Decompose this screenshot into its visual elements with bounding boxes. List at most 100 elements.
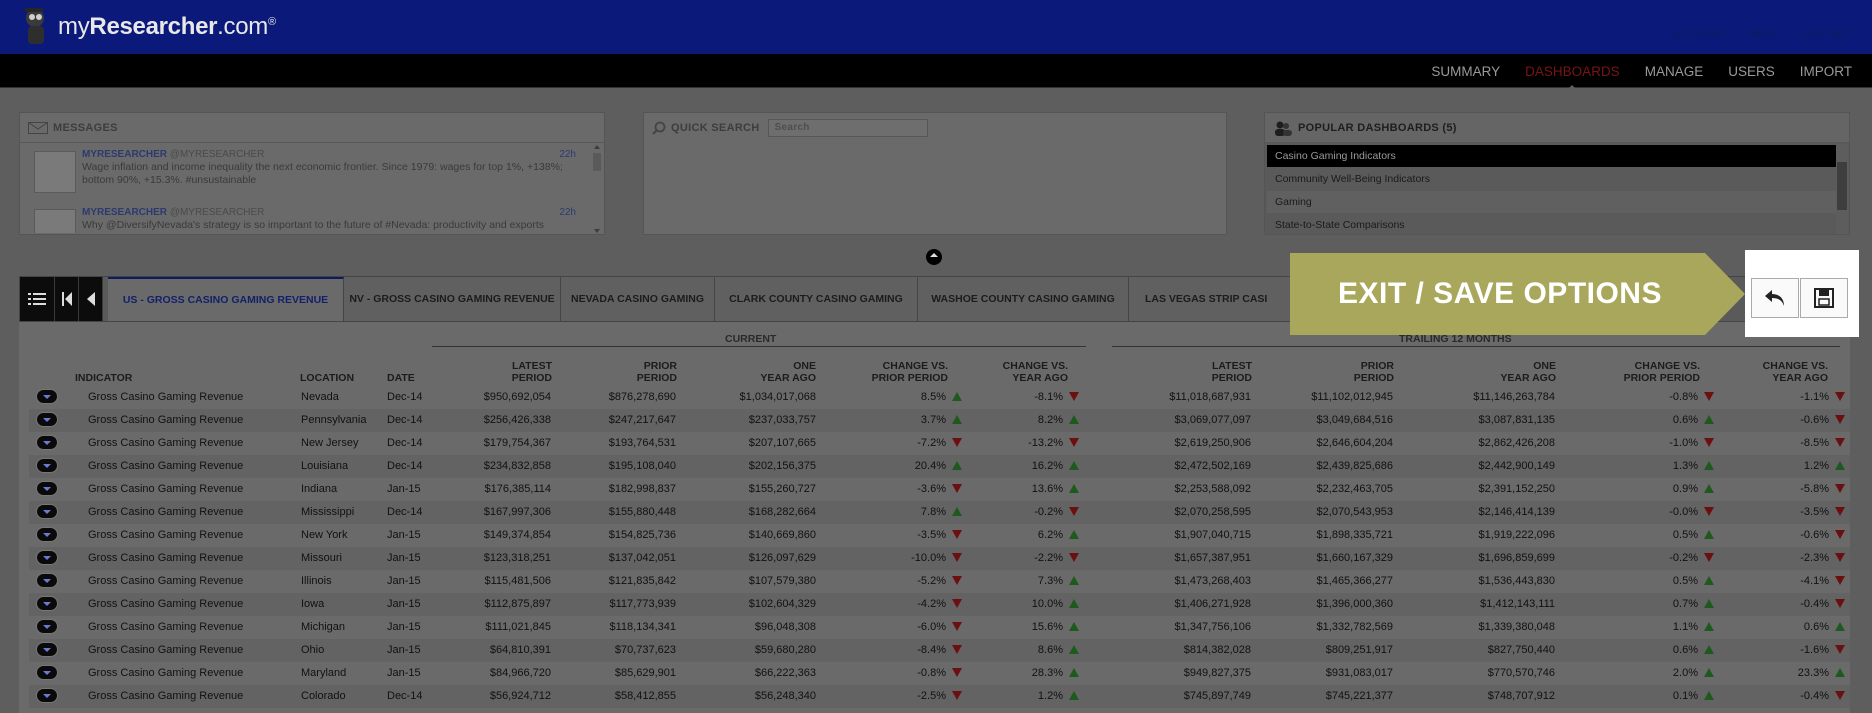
message-item[interactable]: MYRESEARCHER @MYRESEARCHER 22h Wage infl…: [34, 147, 594, 195]
nav-summary[interactable]: SUMMARY: [1431, 64, 1500, 79]
row-menu-button[interactable]: [36, 527, 58, 542]
cell-t12-change-vs-prior-period: 0.7%: [1673, 598, 1714, 610]
header-t12-change-vs-year-ago[interactable]: CHANGE VS. YEAR AGO: [1700, 360, 1828, 384]
data-table: CURRENT TRAILING 12 MONTHS INDICATOR LOC…: [19, 322, 1850, 713]
header-t12-one-year-ago[interactable]: ONE YEAR AGO: [1394, 360, 1556, 384]
cell-location: Louisiana: [301, 460, 349, 472]
header-change-vs-prior-period[interactable]: CHANGE VS. PRIOR PERIOD: [816, 360, 948, 384]
cell-t12-prior-period: $931,083,017: [1325, 667, 1393, 679]
row-menu-button[interactable]: [36, 619, 58, 634]
table-row[interactable]: Gross Casino Gaming Revenue New Jersey Dec…: [29, 432, 1850, 455]
up-arrow-icon: [1704, 622, 1714, 631]
popular-dashboards-panel: POPULAR DASHBOARDS (5) Casino Gaming Ind…: [1264, 112, 1850, 235]
cell-latest-period: $56,924,712: [489, 690, 551, 702]
header-change-vs-year-ago[interactable]: CHANGE VS. YEAR AGO: [948, 360, 1068, 384]
main-nav: SUMMARY DASHBOARDS MANAGE USERS IMPORT: [0, 54, 1872, 91]
table-row[interactable]: Gross Casino Gaming Revenue Colorado Dec-1…: [29, 685, 1850, 708]
cell-change-vs-year-ago: 8.2%: [1038, 414, 1079, 426]
nav-dashboards[interactable]: DASHBOARDS: [1525, 64, 1620, 91]
table-row[interactable]: Gross Casino Gaming Revenue Maryland Jan-1…: [29, 662, 1850, 685]
header-t12-latest-period[interactable]: LATEST PERIOD: [1112, 360, 1252, 384]
down-arrow-icon: [1835, 645, 1845, 654]
row-menu-button[interactable]: [36, 389, 58, 404]
header-prior-period[interactable]: PRIOR PERIOD: [551, 360, 677, 384]
row-menu-button[interactable]: [36, 596, 58, 611]
row-menu-button[interactable]: [36, 412, 58, 427]
cell-location: Ohio: [301, 644, 325, 656]
row-menu-button[interactable]: [36, 504, 58, 519]
header-t12-prior-period[interactable]: PRIOR PERIOD: [1252, 360, 1394, 384]
table-row[interactable]: Gross Casino Gaming Revenue Michigan Jan-1…: [29, 616, 1850, 639]
message-item[interactable]: MYRESEARCHER @MYRESEARCHER 22h Why @Dive…: [34, 205, 594, 233]
search-input[interactable]: Search: [767, 119, 928, 137]
table-row[interactable]: Gross Casino Gaming Revenue New York Jan-1…: [29, 524, 1850, 547]
header-one-year-ago[interactable]: ONE YEAR AGO: [676, 360, 816, 384]
row-menu-button[interactable]: [36, 481, 58, 496]
nav-manage[interactable]: MANAGE: [1645, 64, 1704, 79]
save-button[interactable]: [1800, 278, 1848, 318]
cell-change-vs-year-ago: -0.2%: [1034, 506, 1079, 518]
tab-us-gross-casino-gaming-revenue[interactable]: US - GROSS CASINO GAMING REVENUE: [108, 277, 344, 321]
row-menu-button[interactable]: [36, 573, 58, 588]
row-menu-button[interactable]: [36, 665, 58, 680]
messages-scrollbar[interactable]: [592, 145, 602, 233]
help-link[interactable]: HELP: [1750, 28, 1780, 40]
cell-prior-period: $58,412,855: [614, 690, 676, 702]
up-arrow-icon: [1069, 645, 1079, 654]
exit-button[interactable]: [1751, 278, 1799, 318]
tab-clark-county-casino-gaming[interactable]: CLARK COUNTY CASINO GAMING: [715, 277, 918, 321]
previous-tab-button[interactable]: [79, 277, 103, 321]
header-location[interactable]: LOCATION: [300, 372, 354, 384]
header-date[interactable]: DATE: [387, 372, 415, 384]
logout-link[interactable]: LOG OUT: [1801, 28, 1852, 40]
table-row[interactable]: Gross Casino Gaming Revenue Ohio Jan-15 $64…: [29, 639, 1850, 662]
cell-date: Jan-15: [387, 621, 421, 633]
table-row[interactable]: Gross Casino Gaming Revenue Illinois Jan-1…: [29, 570, 1850, 593]
logo[interactable]: myResearcher.com®: [20, 6, 276, 48]
cell-t12-one-year-ago: $2,391,152,250: [1478, 483, 1555, 495]
header-indicator[interactable]: INDICATOR: [75, 372, 132, 384]
cell-date: Jan-15: [387, 529, 421, 541]
table-row[interactable]: Gross Casino Gaming Revenue Mississippi De…: [29, 501, 1850, 524]
popular-dashboard-item[interactable]: Gaming: [1267, 191, 1837, 213]
table-row[interactable]: Gross Casino Gaming Revenue Nevada Dec-14 $…: [29, 386, 1850, 409]
up-arrow-icon: [952, 392, 962, 401]
row-menu-button[interactable]: [36, 435, 58, 450]
cell-change-vs-year-ago: 15.6%: [1032, 621, 1079, 633]
account-link[interactable]: ACCOUNT: [1672, 28, 1728, 40]
tab-nv-gross-casino-gaming-revenue[interactable]: NV - GROSS CASINO GAMING REVENUE: [344, 277, 561, 321]
popular-dashboard-item[interactable]: Casino Gaming Indicators: [1267, 145, 1837, 167]
row-menu-button[interactable]: [36, 642, 58, 657]
table-row[interactable]: Gross Casino Gaming Revenue Iowa Jan-15 $11…: [29, 593, 1850, 616]
down-arrow-icon: [952, 599, 962, 608]
collapse-panels-button[interactable]: [926, 249, 942, 265]
popular-dashboard-item[interactable]: State-to-State Comparisons: [1267, 214, 1837, 236]
table-row[interactable]: Gross Casino Gaming Revenue Indiana Jan-15…: [29, 478, 1850, 501]
nav-users[interactable]: USERS: [1728, 64, 1775, 79]
cell-prior-period: $182,998,837: [608, 483, 676, 495]
tab-nevada-casino-gaming[interactable]: NEVADA CASINO GAMING: [561, 277, 715, 321]
list-view-button[interactable]: [20, 277, 55, 321]
tab-washoe-county-casino-gaming[interactable]: WASHOE COUNTY CASINO GAMING: [918, 277, 1129, 321]
table-row[interactable]: Gross Casino Gaming Revenue Missouri Jan-1…: [29, 547, 1850, 570]
row-menu-button[interactable]: [36, 458, 58, 473]
cell-indicator: Gross Casino Gaming Revenue: [88, 506, 244, 518]
header-t12-change-vs-prior-period[interactable]: CHANGE VS. PRIOR PERIOD: [1556, 360, 1700, 384]
message-user[interactable]: MYRESEARCHER: [82, 207, 167, 218]
up-arrow-icon: [1069, 599, 1079, 608]
row-menu-button[interactable]: [36, 550, 58, 565]
popular-dashboard-item[interactable]: Community Well-Being Indicators: [1267, 168, 1837, 190]
message-user[interactable]: MYRESEARCHER: [82, 149, 167, 160]
top-header: myResearcher.com® ACCOUNT HELP LOG OUT: [0, 0, 1872, 54]
popular-scrollbar[interactable]: [1836, 144, 1848, 234]
down-arrow-icon: [952, 668, 962, 677]
table-row[interactable]: Gross Casino Gaming Revenue Pennsylvania D…: [29, 409, 1850, 432]
cell-location: New Jersey: [301, 437, 359, 449]
header-latest-period[interactable]: LATEST PERIOD: [419, 360, 552, 384]
search-icon: [652, 121, 666, 135]
first-tab-button[interactable]: [55, 277, 79, 321]
row-menu-button[interactable]: [36, 688, 58, 703]
nav-import[interactable]: IMPORT: [1800, 64, 1852, 79]
table-row[interactable]: Gross Casino Gaming Revenue Louisiana Dec-…: [29, 455, 1850, 478]
up-arrow-icon: [952, 507, 962, 516]
